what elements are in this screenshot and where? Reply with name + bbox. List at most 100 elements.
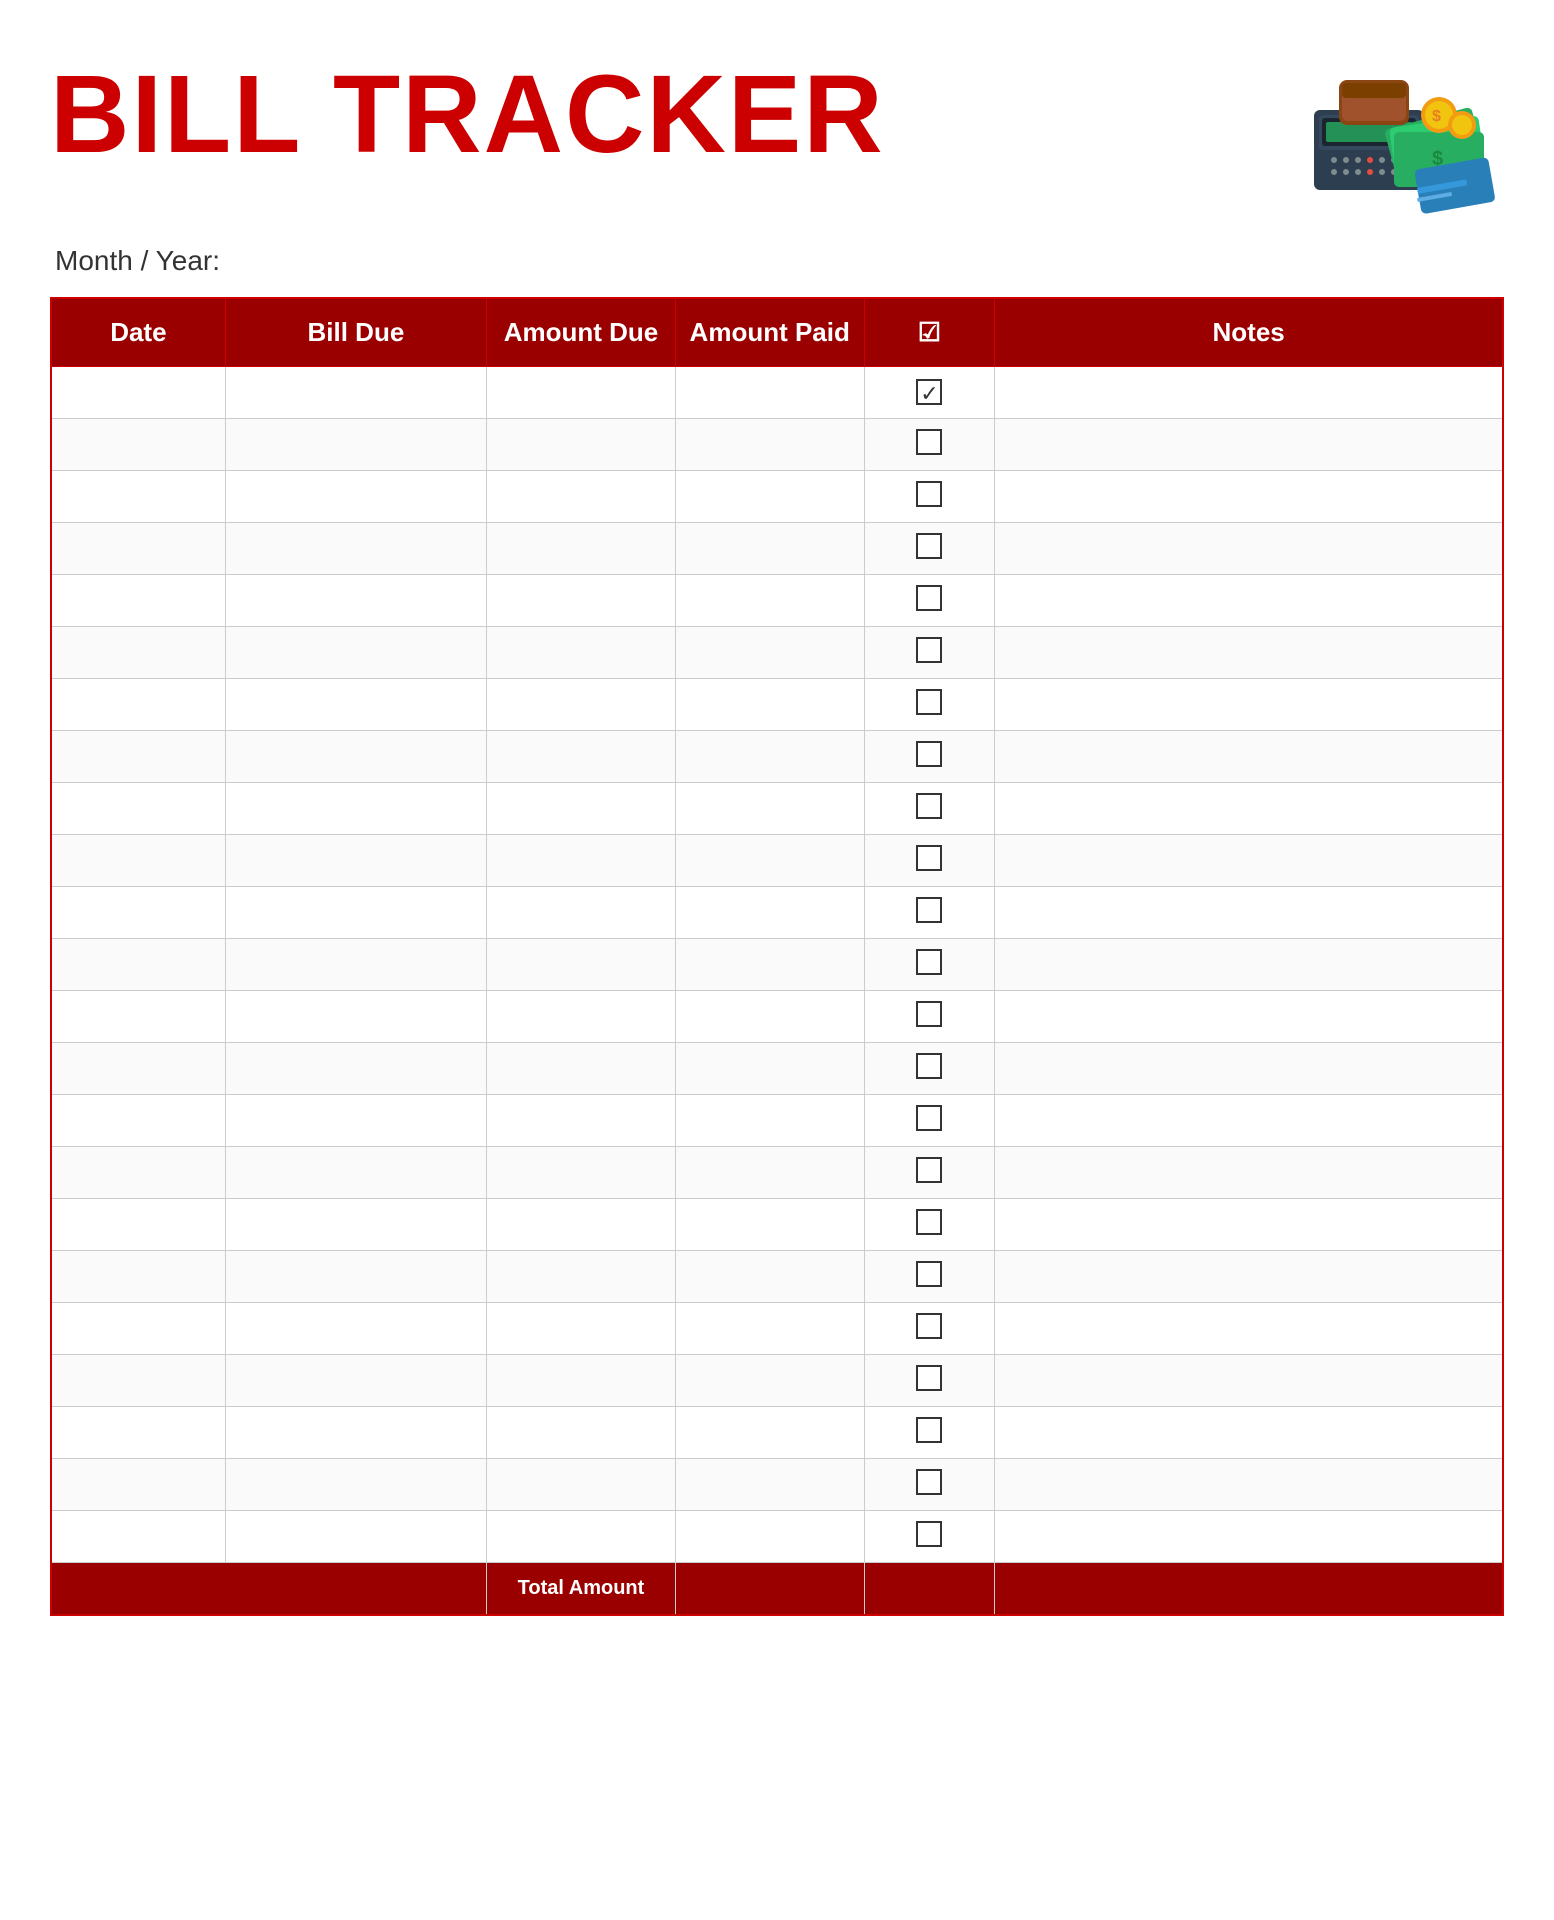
cell-date[interactable]: [51, 1251, 225, 1303]
cell-date[interactable]: [51, 731, 225, 783]
checkbox-unchecked-icon[interactable]: [916, 845, 942, 871]
cell-date[interactable]: [51, 367, 225, 419]
cell-amount-paid[interactable]: [675, 783, 864, 835]
cell-notes[interactable]: [995, 939, 1503, 991]
cell-date[interactable]: [51, 939, 225, 991]
cell-checkbox[interactable]: [864, 1199, 995, 1251]
cell-bill-due[interactable]: [225, 1199, 486, 1251]
cell-amount-due[interactable]: [487, 783, 676, 835]
cell-notes[interactable]: [995, 1355, 1503, 1407]
cell-bill-due[interactable]: [225, 1407, 486, 1459]
cell-date[interactable]: [51, 523, 225, 575]
cell-date[interactable]: [51, 887, 225, 939]
cell-amount-paid[interactable]: [675, 1511, 864, 1563]
cell-checkbox[interactable]: [864, 887, 995, 939]
cell-amount-due[interactable]: [487, 523, 676, 575]
cell-bill-due[interactable]: [225, 1355, 486, 1407]
checkbox-unchecked-icon[interactable]: [916, 1261, 942, 1287]
cell-amount-due[interactable]: [487, 835, 676, 887]
cell-amount-due[interactable]: [487, 1407, 676, 1459]
cell-date[interactable]: [51, 627, 225, 679]
cell-notes[interactable]: [995, 1147, 1503, 1199]
cell-amount-due[interactable]: [487, 939, 676, 991]
cell-amount-due[interactable]: [487, 1095, 676, 1147]
checkbox-unchecked-icon[interactable]: [916, 1105, 942, 1131]
cell-bill-due[interactable]: [225, 575, 486, 627]
cell-checkbox[interactable]: [864, 1095, 995, 1147]
cell-date[interactable]: [51, 1095, 225, 1147]
cell-notes[interactable]: [995, 731, 1503, 783]
cell-amount-due[interactable]: [487, 419, 676, 471]
cell-date[interactable]: [51, 1407, 225, 1459]
cell-notes[interactable]: [995, 523, 1503, 575]
cell-bill-due[interactable]: [225, 1251, 486, 1303]
cell-date[interactable]: [51, 679, 225, 731]
checkbox-unchecked-icon[interactable]: [916, 533, 942, 559]
cell-amount-due[interactable]: [487, 1043, 676, 1095]
cell-checkbox[interactable]: [864, 939, 995, 991]
cell-amount-paid[interactable]: [675, 1043, 864, 1095]
cell-amount-due[interactable]: [487, 1199, 676, 1251]
cell-date[interactable]: [51, 1459, 225, 1511]
cell-amount-paid[interactable]: [675, 1355, 864, 1407]
cell-amount-due[interactable]: [487, 627, 676, 679]
cell-bill-due[interactable]: [225, 1511, 486, 1563]
cell-checkbox[interactable]: [864, 1511, 995, 1563]
cell-amount-paid[interactable]: [675, 835, 864, 887]
cell-amount-paid[interactable]: [675, 679, 864, 731]
cell-amount-paid[interactable]: [675, 1147, 864, 1199]
cell-notes[interactable]: [995, 1407, 1503, 1459]
cell-date[interactable]: [51, 1511, 225, 1563]
cell-date[interactable]: [51, 783, 225, 835]
cell-checkbox[interactable]: [864, 523, 995, 575]
cell-notes[interactable]: [995, 679, 1503, 731]
cell-bill-due[interactable]: [225, 835, 486, 887]
cell-amount-paid[interactable]: [675, 367, 864, 419]
cell-amount-paid[interactable]: [675, 731, 864, 783]
cell-amount-paid[interactable]: [675, 1095, 864, 1147]
cell-amount-due[interactable]: [487, 575, 676, 627]
cell-checkbox[interactable]: ✓: [864, 367, 995, 419]
cell-amount-due[interactable]: [487, 367, 676, 419]
cell-checkbox[interactable]: [864, 835, 995, 887]
cell-checkbox[interactable]: [864, 1303, 995, 1355]
cell-date[interactable]: [51, 991, 225, 1043]
cell-checkbox[interactable]: [864, 1407, 995, 1459]
cell-notes[interactable]: [995, 471, 1503, 523]
checkbox-unchecked-icon[interactable]: [916, 741, 942, 767]
cell-bill-due[interactable]: [225, 1147, 486, 1199]
cell-amount-due[interactable]: [487, 731, 676, 783]
cell-amount-paid[interactable]: [675, 1407, 864, 1459]
cell-checkbox[interactable]: [864, 627, 995, 679]
cell-amount-due[interactable]: [487, 679, 676, 731]
cell-amount-paid[interactable]: [675, 471, 864, 523]
cell-bill-due[interactable]: [225, 367, 486, 419]
cell-bill-due[interactable]: [225, 1459, 486, 1511]
checkbox-unchecked-icon[interactable]: [916, 429, 942, 455]
cell-date[interactable]: [51, 835, 225, 887]
cell-notes[interactable]: [995, 991, 1503, 1043]
cell-amount-due[interactable]: [487, 471, 676, 523]
cell-amount-paid[interactable]: [675, 939, 864, 991]
cell-checkbox[interactable]: [864, 1043, 995, 1095]
cell-notes[interactable]: [995, 1459, 1503, 1511]
cell-notes[interactable]: [995, 1095, 1503, 1147]
cell-notes[interactable]: [995, 1199, 1503, 1251]
checkbox-unchecked-icon[interactable]: [916, 793, 942, 819]
cell-notes[interactable]: [995, 1251, 1503, 1303]
cell-notes[interactable]: [995, 887, 1503, 939]
cell-amount-paid[interactable]: [675, 523, 864, 575]
checkbox-unchecked-icon[interactable]: [916, 1313, 942, 1339]
cell-notes[interactable]: [995, 783, 1503, 835]
cell-bill-due[interactable]: [225, 523, 486, 575]
cell-amount-due[interactable]: [487, 1251, 676, 1303]
cell-checkbox[interactable]: [864, 471, 995, 523]
checkbox-unchecked-icon[interactable]: [916, 1209, 942, 1235]
cell-date[interactable]: [51, 1355, 225, 1407]
cell-bill-due[interactable]: [225, 471, 486, 523]
cell-amount-paid[interactable]: [675, 419, 864, 471]
cell-amount-due[interactable]: [487, 1459, 676, 1511]
cell-amount-paid[interactable]: [675, 575, 864, 627]
cell-checkbox[interactable]: [864, 1355, 995, 1407]
cell-bill-due[interactable]: [225, 887, 486, 939]
